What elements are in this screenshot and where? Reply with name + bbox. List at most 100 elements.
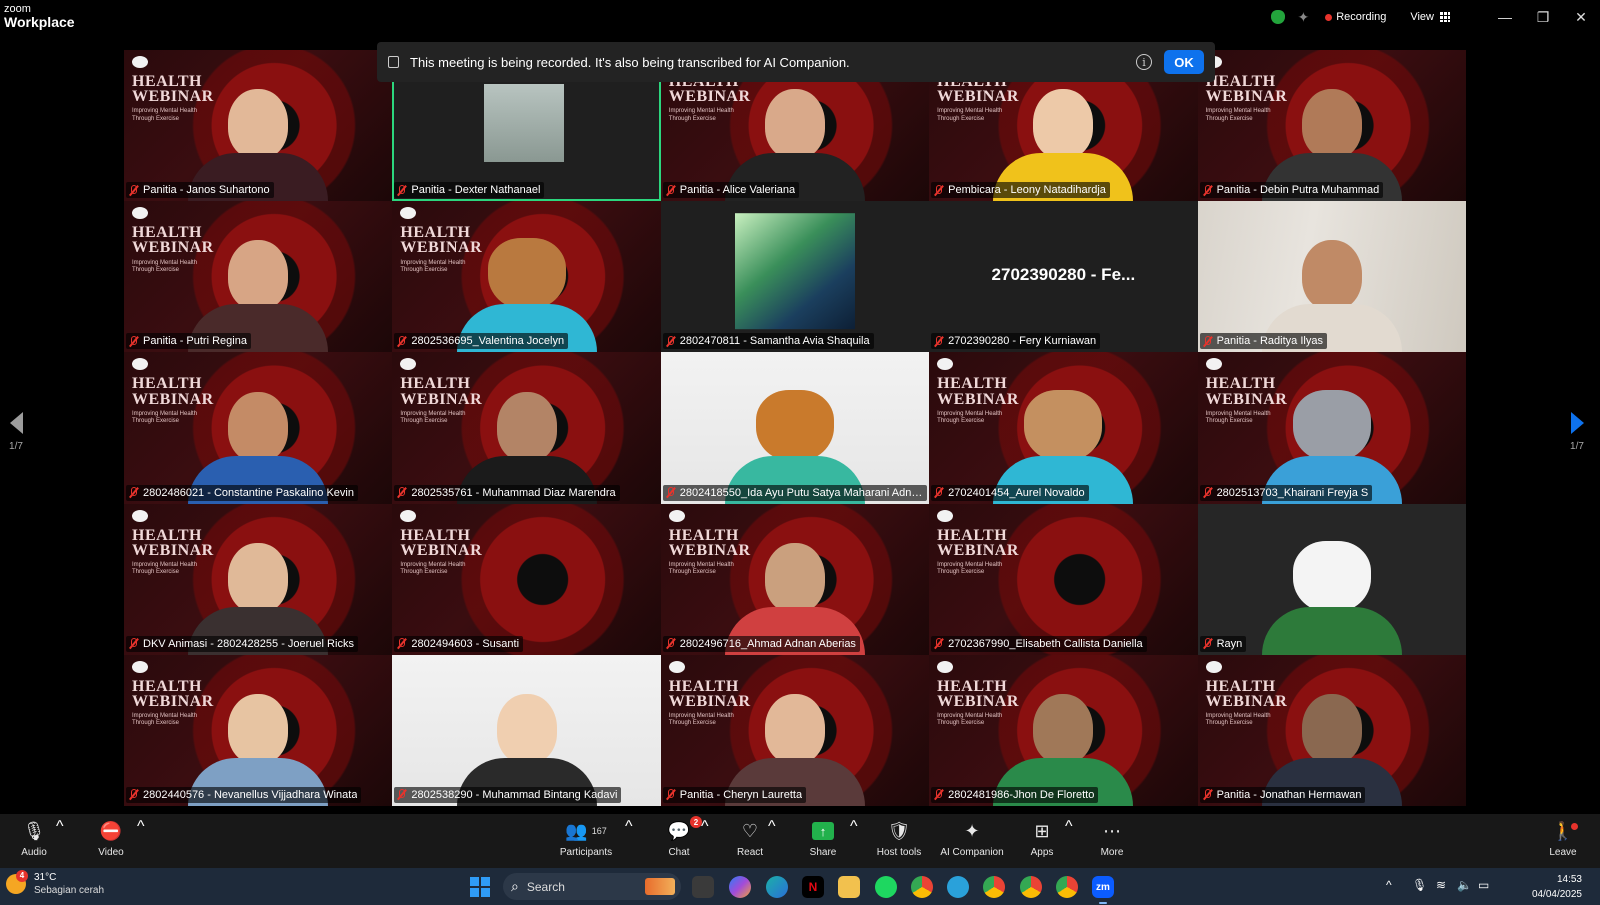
view-button[interactable]: View <box>1410 11 1434 23</box>
taskbar-search-box[interactable]: ⌕ Search <box>503 873 681 900</box>
ai-companion-sparkle-icon[interactable]: ✦ <box>1297 9 1309 26</box>
edge-browser-icon[interactable] <box>766 876 788 898</box>
volume-icon[interactable]: 🔈 <box>1457 878 1472 892</box>
more-button[interactable]: ⋯ More <box>1097 818 1127 864</box>
participant-nameplate: Panitia - Raditya Ilyas <box>1199 333 1327 350</box>
participant-name: Panitia - Cheryn Lauretta <box>679 788 803 801</box>
chrome-profile-3-icon[interactable] <box>1020 876 1042 898</box>
participant-name: Rayn <box>1216 637 1243 650</box>
chrome-profile-2-icon[interactable] <box>983 876 1005 898</box>
telegram-icon[interactable] <box>947 876 969 898</box>
participant-tile[interactable]: HEALTHWEBINARImproving Mental Health Thr… <box>392 503 661 655</box>
participant-tile[interactable]: HEALTHWEBINARImproving Mental Health Thr… <box>124 654 393 806</box>
participant-name: Panitia - Putri Regina <box>143 335 247 348</box>
chat-button[interactable]: 💬 2 Chat <box>664 816 702 864</box>
audio-options-chevron-icon[interactable]: ^ <box>56 818 64 864</box>
participant-nameplate: Panitia - Debin Putra Muhammad <box>1199 182 1384 199</box>
audio-button[interactable]: 🎙 Audio <box>14 818 54 864</box>
health-webinar-background: HEALTHWEBINAR Improving Mental Health Thr… <box>400 509 520 577</box>
share-options-chevron-icon[interactable]: ^ <box>850 818 858 864</box>
participant-name: 2802538290 - Muhammad Bintang Kadavi <box>411 788 618 801</box>
battery-icon[interactable]: ▭ <box>1478 878 1489 892</box>
recording-indicator[interactable]: Recording <box>1336 11 1386 23</box>
task-view-icon[interactable] <box>692 876 714 898</box>
spotify-icon[interactable] <box>875 876 897 898</box>
react-button[interactable]: ♡ React <box>735 818 765 864</box>
next-page-button[interactable]: 1/7 <box>1562 412 1592 452</box>
react-options-chevron-icon[interactable]: ^ <box>768 818 776 864</box>
share-button[interactable]: ↑ Share <box>808 818 838 864</box>
participants-button[interactable]: 👥 167 Participants <box>558 818 614 864</box>
organizer-logo-icon <box>1205 660 1222 673</box>
encryption-shield-icon[interactable] <box>1271 10 1286 24</box>
apps-button[interactable]: ⊞ Apps <box>1027 818 1057 864</box>
copilot-icon[interactable] <box>729 876 751 898</box>
participant-tile[interactable]: HEALTHWEBINARImproving Mental Health Thr… <box>392 352 661 504</box>
participant-tile[interactable]: HEALTHWEBINARImproving Mental Health Thr… <box>124 201 393 353</box>
minimize-button[interactable]: — <box>1486 0 1524 34</box>
participant-tile[interactable]: HEALTHWEBINARImproving Mental Health Thr… <box>929 352 1198 504</box>
previous-page-button[interactable]: 1/7 <box>1 412 31 452</box>
participant-tile[interactable]: HEALTHWEBINARImproving Mental Health Thr… <box>1197 50 1466 202</box>
ok-button[interactable]: OK <box>1164 50 1204 74</box>
participant-tile[interactable]: 2802470811 - Samantha Avia Shaquila <box>660 201 930 353</box>
organizer-logo-icon <box>937 509 954 522</box>
participant-tile[interactable]: 2702390280 - Fe... 2702390280 - Fery Kurn… <box>929 201 1198 353</box>
participant-tile[interactable]: HEALTHWEBINARImproving Mental Health Thr… <box>660 654 930 806</box>
system-clock[interactable]: 14:53 04/04/2025 <box>1532 873 1582 902</box>
participant-tile[interactable]: Panitia - Raditya Ilyas <box>1197 201 1466 353</box>
organizer-logo-icon <box>400 358 417 371</box>
leave-label: Leave <box>1549 847 1577 858</box>
chat-options-chevron-icon[interactable]: ^ <box>701 818 709 864</box>
ai-companion-button[interactable]: ✦ AI Companion <box>937 818 1007 864</box>
wifi-icon[interactable]: ≋ <box>1436 878 1446 892</box>
apps-options-chevron-icon[interactable]: ^ <box>1065 818 1073 864</box>
mic-muted-icon <box>666 487 675 498</box>
participant-tile[interactable]: HEALTHWEBINARImproving Mental Health Thr… <box>124 352 393 504</box>
video-button[interactable]: ⛔ Video <box>90 818 132 864</box>
chat-label: Chat <box>668 847 690 858</box>
zoom-app-icon[interactable]: zm <box>1092 876 1114 904</box>
participant-tile[interactable]: HEALTHWEBINARImproving Mental Health Thr… <box>124 503 393 655</box>
tray-microphone-icon[interactable]: 🎙 <box>1412 878 1427 892</box>
grid-view-icon[interactable] <box>1440 12 1450 22</box>
chrome-browser-icon[interactable] <box>911 876 933 898</box>
restore-button[interactable]: ❐ <box>1524 0 1562 34</box>
participant-count: 167 <box>591 826 607 836</box>
page-indicator-left: 1/7 <box>9 441 23 452</box>
clock-date: 04/04/2025 <box>1531 888 1582 900</box>
host-tools-button[interactable]: 🛡 Host tools <box>874 818 924 864</box>
participant-tile[interactable]: HEALTHWEBINARImproving Mental Health Thr… <box>124 50 393 202</box>
participant-name: 2802470811 - Samantha Avia Shaquila <box>679 335 870 348</box>
participant-tile[interactable]: HEALTHWEBINARImproving Mental Health Thr… <box>929 654 1198 806</box>
participant-tile[interactable]: 2802418550_Ida Ayu Putu Satya Maharani A… <box>660 352 930 504</box>
mic-muted-icon <box>666 638 675 649</box>
participant-tile[interactable]: HEALTHWEBINARImproving Mental Health Thr… <box>1197 352 1466 504</box>
mic-muted-icon <box>129 638 138 649</box>
netflix-icon[interactable]: N <box>802 876 824 898</box>
participant-nameplate: 2802481986-Jhon De Floretto <box>931 786 1099 803</box>
participants-options-chevron-icon[interactable]: ^ <box>625 818 633 864</box>
poster-word-1: HEALTH <box>1205 677 1276 695</box>
windows-start-icon[interactable] <box>470 877 490 897</box>
participant-tile[interactable]: HEALTHWEBINARImproving Mental Health Thr… <box>929 503 1198 655</box>
participant-name: Panitia - Raditya Ilyas <box>1216 335 1323 348</box>
mic-muted-icon <box>397 335 406 347</box>
participant-nameplate: 2802538290 - Muhammad Bintang Kadavi <box>394 786 622 803</box>
close-button[interactable]: ✕ <box>1562 0 1600 34</box>
mic-muted-icon <box>934 487 943 498</box>
video-options-chevron-icon[interactable]: ^ <box>137 818 145 864</box>
participant-tile[interactable]: 2802538290 - Muhammad Bintang Kadavi <box>392 654 661 806</box>
participant-tile[interactable]: Rayn <box>1197 503 1466 655</box>
weather-widget[interactable]: 4 31°C Sebagian cerah <box>6 869 104 896</box>
poster-word-1: HEALTH <box>132 677 202 695</box>
show-hidden-icons-chevron-icon[interactable]: ^ <box>1386 878 1392 892</box>
leave-button[interactable]: 🚶 Leave <box>1548 818 1579 864</box>
file-explorer-icon[interactable] <box>838 876 860 898</box>
participant-tile[interactable]: HEALTHWEBINARImproving Mental Health Thr… <box>1197 654 1466 806</box>
participant-tile[interactable]: HEALTHWEBINARImproving Mental Health Thr… <box>660 503 930 655</box>
chrome-profile-4-icon[interactable] <box>1056 876 1078 898</box>
participant-name: 2802481986-Jhon De Floretto <box>948 788 1095 801</box>
info-icon[interactable]: i <box>1136 54 1152 70</box>
participant-tile[interactable]: HEALTHWEBINARImproving Mental Health Thr… <box>392 201 661 353</box>
